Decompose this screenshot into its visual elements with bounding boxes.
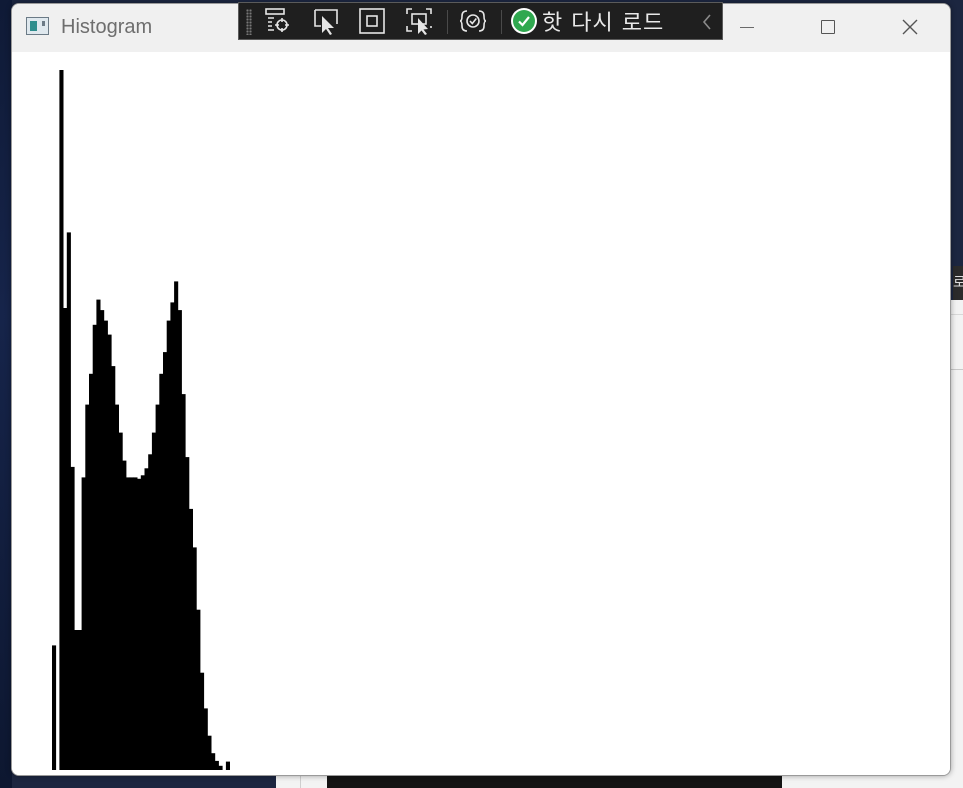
background-window — [950, 300, 963, 788]
live-visual-tree-icon — [265, 8, 289, 32]
histogram-bar — [211, 753, 216, 770]
histogram-bar — [166, 320, 171, 770]
histogram-bar — [170, 302, 175, 770]
histogram-bar — [114, 404, 119, 770]
background-tab-label: 로 — [953, 275, 963, 291]
chevron-left-icon — [702, 14, 711, 30]
maximize-icon — [821, 20, 835, 34]
histogram-bar — [118, 432, 123, 770]
close-icon — [902, 19, 918, 35]
track-focused-element-button[interactable] — [403, 6, 435, 36]
histogram-bar — [133, 477, 138, 770]
histogram-bar — [89, 373, 94, 770]
histogram-bar — [144, 468, 149, 770]
histogram-bar — [225, 761, 230, 770]
minimize-button[interactable] — [713, 4, 781, 50]
display-layout-adorners-icon — [359, 8, 385, 34]
histogram-bar — [192, 547, 197, 770]
maximize-button[interactable] — [794, 4, 862, 50]
select-element-icon — [314, 9, 338, 35]
layout-adorners-button[interactable] — [356, 6, 388, 36]
histogram-bar — [52, 645, 57, 770]
window-title: Histogram — [61, 16, 153, 38]
histogram-bar — [111, 366, 116, 770]
histogram-bar — [177, 310, 182, 770]
histogram-bar — [85, 404, 90, 770]
histogram-bar — [174, 281, 179, 770]
background-image-area — [327, 776, 782, 788]
histogram-bar — [181, 394, 186, 770]
histogram-bar — [70, 466, 75, 770]
background-divider — [950, 369, 963, 370]
histogram-bar — [103, 320, 108, 770]
debug-toolbar: 핫 다시 로드 — [238, 2, 723, 40]
background-divider — [950, 314, 963, 315]
histogram-bar — [163, 352, 168, 770]
histogram-bar — [140, 475, 145, 770]
histogram-bar — [122, 460, 127, 770]
histogram-chart — [52, 70, 230, 770]
background-tab: 로 — [953, 266, 963, 300]
histogram-bar — [77, 630, 82, 770]
select-element-button[interactable] — [310, 6, 342, 36]
histogram-bar — [159, 373, 164, 770]
histogram-bar — [200, 672, 205, 770]
histogram-bar — [107, 334, 112, 770]
histogram-bar — [188, 508, 193, 770]
histogram-bar — [126, 477, 131, 770]
histogram-bar — [81, 477, 86, 770]
histogram-window: Histogram — [11, 3, 951, 776]
histogram-bar — [74, 630, 79, 770]
collapse-toolbar-button[interactable] — [697, 8, 717, 36]
histogram-bar — [218, 765, 223, 770]
drag-grip-icon[interactable] — [246, 9, 252, 35]
hot-reload-label: 핫 다시 로드 — [542, 11, 665, 36]
histogram-bar — [155, 404, 160, 770]
minimize-icon — [740, 26, 754, 28]
close-button[interactable] — [876, 4, 944, 50]
histogram-bar — [196, 609, 201, 770]
histogram-bar — [214, 760, 219, 770]
histogram-bar — [207, 735, 212, 770]
histogram-bar — [185, 457, 190, 770]
histogram-bar — [100, 310, 105, 770]
histogram-canvas-area — [12, 52, 950, 775]
toolbar-separator — [447, 10, 448, 34]
track-focused-element-icon — [406, 8, 432, 35]
histogram-bar — [92, 324, 97, 770]
histogram-bar — [63, 308, 68, 770]
hot-reload-check-icon — [511, 8, 537, 34]
histogram-bar — [151, 432, 156, 770]
binding-failures-button[interactable] — [457, 6, 489, 36]
histogram-bar — [137, 478, 142, 770]
app-window-icon — [26, 17, 49, 35]
toolbar-separator — [501, 10, 502, 34]
histogram-bar — [96, 299, 101, 770]
histogram-bar — [148, 454, 153, 770]
live-visual-tree-button[interactable] — [262, 6, 294, 36]
histogram-bar — [66, 232, 71, 770]
hot-reload-status[interactable]: 핫 다시 로드 — [511, 6, 664, 36]
histogram-bar — [59, 70, 64, 770]
histogram-bar — [203, 708, 208, 770]
xaml-binding-failures-icon — [459, 10, 487, 32]
histogram-bar — [129, 477, 134, 770]
